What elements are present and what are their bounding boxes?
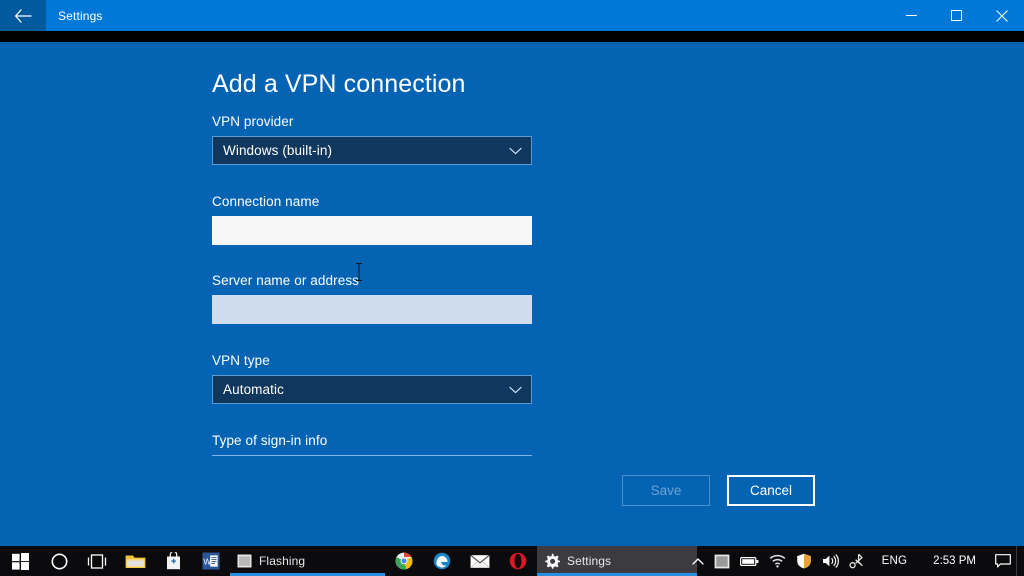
label-vpn-provider: VPN provider [212,114,294,129]
window-title: Settings [58,8,103,23]
devices-tray-button[interactable] [844,546,870,576]
taskbar-window-settings[interactable]: Settings [537,546,697,576]
system-tray: ENG 2:53 PM [687,546,1024,576]
sign-in-info-dropdown[interactable] [212,455,532,461]
bluetooth-devices-icon [849,553,863,569]
dialog-button-bar: Save Cancel [0,475,1024,546]
cortana-button[interactable] [40,546,78,576]
minimize-icon [906,15,917,16]
svg-text:W: W [203,557,211,567]
scrollbar-track[interactable] [806,42,816,517]
microsoft-store-button[interactable] [154,546,192,576]
field-sign-in-info: Type of sign-in info [212,433,532,461]
taskbar-window-opera[interactable] [499,546,537,576]
settings-content-pane: Add a VPN connection VPN provider Window… [0,42,1024,517]
language-label: ENG [881,555,908,567]
action-center-button[interactable] [990,546,1016,576]
microsoft-store-icon [166,552,180,570]
minimize-button[interactable] [889,0,934,31]
volume-tray-button[interactable] [817,546,844,576]
language-indicator[interactable]: ENG [870,546,920,576]
show-hidden-icons-button[interactable] [687,546,709,576]
start-button[interactable] [0,546,40,576]
chevron-up-icon [691,557,704,565]
opera-icon [509,552,527,570]
edge-icon [433,552,451,570]
speaker-icon [822,554,839,568]
field-vpn-type: VPN type Automatic [212,353,532,404]
task-view-button[interactable] [78,546,116,576]
cortana-circle-icon [51,553,67,569]
clock[interactable]: 2:53 PM [919,546,990,576]
vpn-provider-value: Windows (built-in) [223,143,333,158]
wifi-icon [769,554,785,568]
window-controls [889,0,1024,31]
close-icon [995,9,1008,22]
taskbar-window-settings-label: Settings [567,554,612,568]
taskbar-window-edge[interactable] [423,546,461,576]
vpn-type-value: Automatic [223,382,284,397]
back-button[interactable] [0,0,46,31]
clock-label: 2:53 PM [933,555,976,567]
security-shield-icon [796,553,811,569]
field-server-name: Server name or address [212,273,532,324]
close-button[interactable] [979,0,1024,31]
mail-icon [470,554,490,568]
file-explorer-button[interactable] [116,546,154,576]
maximize-icon [951,10,962,21]
show-desktop-button[interactable] [1016,546,1024,576]
security-shield-tray-button[interactable] [791,546,817,576]
gear-icon [545,553,560,569]
windows-logo-icon [11,552,29,570]
server-name-input[interactable] [212,295,532,324]
screen: Data usage Network and Sharing Center Se… [0,0,1024,576]
battery-icon [739,556,759,566]
chrome-icon [395,552,413,570]
display-tray-button[interactable] [709,546,735,576]
label-vpn-type: VPN type [212,353,270,368]
chevron-down-icon [509,147,522,155]
file-explorer-icon [125,555,145,568]
window-icon [237,554,252,568]
page-title: Add a VPN connection [212,70,466,98]
display-icon [714,554,730,568]
battery-tray-button[interactable] [735,546,764,576]
vpn-provider-dropdown[interactable]: Windows (built-in) [212,136,532,165]
window-letterbox-band [0,31,1024,42]
word-icon: W [202,552,220,570]
word-button[interactable]: W [192,546,230,576]
wifi-tray-button[interactable] [764,546,791,576]
taskbar-window-flashing-label: Flashing [259,554,306,568]
field-connection-name: Connection name [212,194,532,245]
connection-name-input[interactable] [212,216,532,245]
chevron-down-icon [509,386,522,394]
save-button[interactable]: Save [622,475,710,506]
cancel-button[interactable]: Cancel [727,475,815,506]
label-server-name: Server name or address [212,273,360,288]
field-vpn-provider: VPN provider Windows (built-in) [212,114,532,165]
window-title-bar: Settings [0,0,1024,31]
label-connection-name: Connection name [212,194,320,209]
taskbar-window-flashing[interactable]: Flashing [230,546,385,576]
label-sign-in-info: Type of sign-in info [212,433,328,448]
action-center-icon [995,554,1011,568]
back-arrow-icon [14,8,32,23]
vpn-type-dropdown[interactable]: Automatic [212,375,532,404]
maximize-button[interactable] [934,0,979,31]
task-view-icon [87,553,107,569]
taskbar-window-mail[interactable] [461,546,499,576]
taskbar-window-chrome[interactable] [385,546,423,576]
